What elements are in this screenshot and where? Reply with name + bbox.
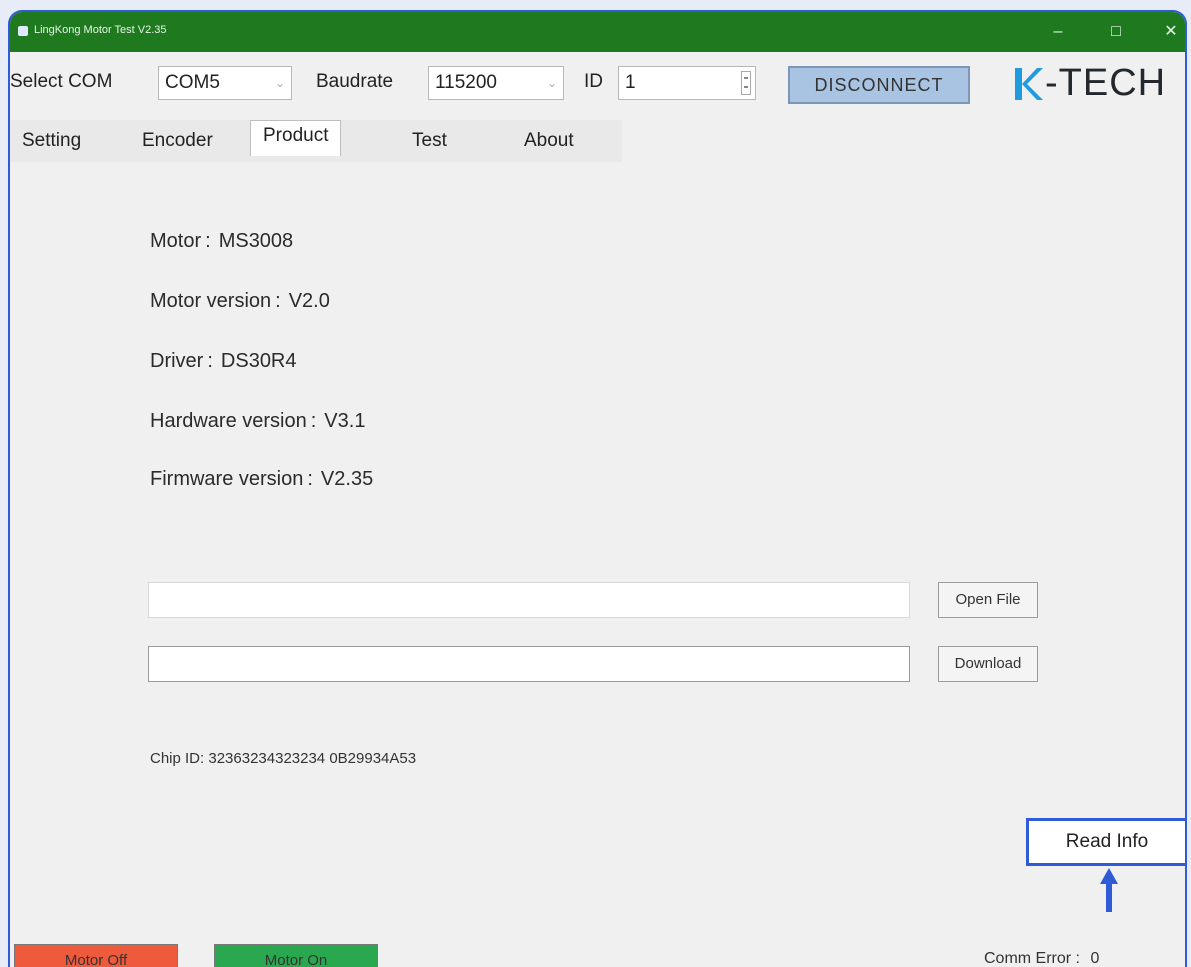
id-value: 1: [625, 72, 636, 93]
up-arrow-icon: [1100, 868, 1118, 912]
window-title: LingKong Motor Test V2.35: [34, 24, 167, 36]
comm-error-label: Comm Error :: [984, 950, 1080, 967]
disconnect-button[interactable]: DISCONNECT: [788, 66, 970, 104]
info-label: Motor: [150, 230, 202, 252]
app-window: LingKong Motor Test V2.35 – □ ✕ Select C…: [8, 10, 1187, 967]
info-separator: :: [310, 410, 317, 432]
maximize-icon[interactable]: □: [1098, 18, 1134, 46]
status-bar: Motor Off Motor On Comm Error : 0: [10, 944, 1185, 967]
comm-error: Comm Error : 0: [984, 950, 1099, 967]
info-value: V2.35: [320, 468, 374, 490]
hardware-version-info: Hardware version: V3.1: [150, 410, 365, 433]
download-progress-field[interactable]: [148, 646, 910, 682]
baudrate-select[interactable]: 115200 ⌄: [428, 66, 564, 100]
chip-id-label: Chip ID:: [150, 750, 205, 767]
tab-about[interactable]: About: [524, 126, 574, 156]
read-info-button[interactable]: Read Info: [1026, 818, 1185, 866]
info-value: DS30R4: [220, 350, 297, 372]
dropdown-arrow-icon: ⌄: [546, 76, 557, 90]
spinner-icon[interactable]: [741, 71, 751, 95]
chip-id-value: 32363234323234 0B29934A53: [208, 750, 417, 767]
info-value: MS3008: [218, 230, 294, 252]
com-value: COM5: [165, 72, 220, 93]
info-value: V3.1: [324, 410, 366, 432]
firmware-version-info: Firmware version: V2.35: [150, 468, 373, 491]
baudrate-label: Baudrate: [316, 71, 394, 92]
select-com-label: Select COM: [10, 71, 113, 92]
motor-off-button[interactable]: Motor Off: [14, 944, 178, 967]
connection-toolbar: Select COM COM5 ⌄ Baudrate 115200 ⌄ ID 1…: [10, 62, 1185, 104]
info-label: Motor version: [150, 290, 272, 312]
info-separator: :: [207, 350, 213, 372]
title-bar: LingKong Motor Test V2.35 – □ ✕: [10, 12, 1185, 52]
download-button[interactable]: Download: [938, 646, 1038, 682]
open-file-button[interactable]: Open File: [938, 582, 1038, 618]
dropdown-arrow-icon: ⌄: [274, 76, 285, 90]
minimize-icon[interactable]: –: [1040, 18, 1076, 46]
k-logo-icon: [1015, 68, 1043, 100]
info-label: Driver: [150, 350, 204, 372]
motor-info: Motor: MS3008: [150, 230, 293, 253]
app-icon: [18, 26, 28, 36]
close-icon[interactable]: ✕: [1153, 18, 1185, 46]
chip-id: Chip ID: 32363234323234 0B29934A53: [150, 750, 416, 767]
info-separator: :: [275, 290, 281, 312]
tab-bar: Setting Encoder Product Test About: [10, 120, 1185, 162]
file-path-field[interactable]: [148, 582, 910, 618]
logo-text: -TECH: [1045, 62, 1167, 104]
id-stepper[interactable]: 1: [618, 66, 756, 100]
tab-setting[interactable]: Setting: [22, 126, 81, 156]
tab-product[interactable]: Product: [250, 120, 342, 156]
info-label: Firmware version: [150, 468, 304, 490]
motor-on-button[interactable]: Motor On: [214, 944, 378, 967]
info-separator: :: [205, 230, 211, 252]
product-panel: Motor: MS3008 Motor version: V2.0 Driver: D…: [10, 162, 1185, 967]
com-select[interactable]: COM5 ⌄: [158, 66, 292, 100]
tab-encoder[interactable]: Encoder: [142, 126, 213, 156]
baudrate-value: 115200: [435, 72, 497, 93]
id-label: ID: [584, 71, 603, 92]
info-separator: :: [307, 468, 313, 490]
tab-test[interactable]: Test: [412, 126, 447, 156]
info-label: Hardware version: [150, 410, 307, 432]
motor-version-info: Motor version: V2.0: [150, 290, 330, 313]
driver-info: Driver: DS30R4: [150, 350, 297, 373]
comm-error-value: 0: [1090, 950, 1100, 967]
info-value: V2.0: [288, 290, 330, 312]
